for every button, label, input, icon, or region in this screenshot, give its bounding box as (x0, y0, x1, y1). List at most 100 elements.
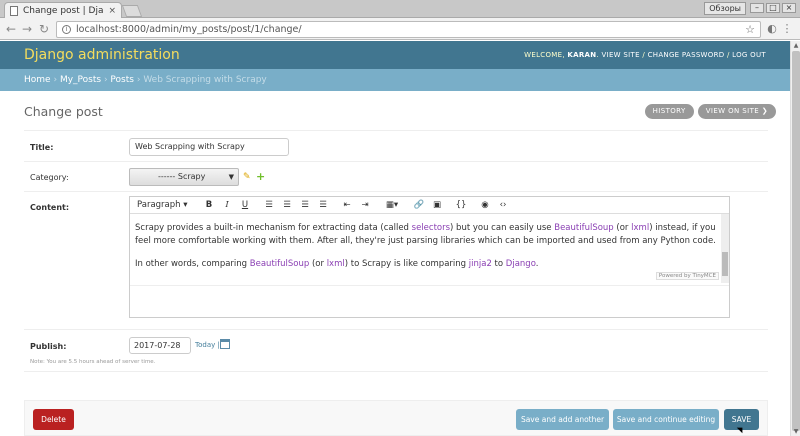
title-row: Title: Web Scrapping with Scrapy (24, 130, 768, 162)
editor-scrollbar[interactable] (721, 214, 729, 283)
new-tab-button[interactable] (121, 5, 143, 17)
breadcrumb-separator: › (136, 75, 141, 85)
format-label: Paragraph (137, 200, 181, 210)
code-sample-icon[interactable]: {} (452, 200, 470, 210)
link-lxml[interactable]: lxml (327, 259, 345, 269)
content-paragraph: In other words, comparing BeautifulSoup … (135, 259, 539, 269)
menu-icon[interactable]: ⋮ (781, 22, 793, 36)
site-branding[interactable]: Django administration (24, 47, 180, 63)
category-label: Category: (30, 173, 69, 182)
link-icon[interactable]: 🔗 (410, 200, 428, 210)
maximize-icon[interactable]: □ (766, 3, 780, 13)
link-jinja2[interactable]: jinja2 (469, 259, 492, 269)
back-icon[interactable]: ← (4, 21, 18, 37)
rich-text-editor[interactable]: Paragraph ▾ B I U ☰ ☰ ☰ ☰ ⇤ ⇥ ▦▾ 🔗 ▣ {} … (129, 196, 730, 318)
close-window-icon[interactable]: × (782, 3, 796, 13)
editor-scrollbar-thumb[interactable] (722, 252, 728, 276)
breadcrumb-home[interactable]: Home (24, 75, 51, 85)
scroll-down-icon[interactable]: ▼ (791, 427, 800, 436)
object-tools: HISTORY VIEW ON SITE ❯ (644, 104, 776, 119)
preview-icon[interactable]: ◉ (476, 200, 494, 210)
breadcrumb: Home › My_Posts › Posts › Web Scrapping … (0, 69, 790, 91)
browser-toolbar: ← → ↻ i localhost:8000/admin/my_posts/po… (0, 18, 800, 40)
document-icon (10, 5, 18, 16)
profile-chip[interactable]: Обзоры (704, 2, 746, 15)
align-right-icon[interactable]: ☰ (296, 200, 314, 210)
content-paragraph: Scrapy provides a built-in mechanism for… (135, 223, 716, 246)
log-out-link[interactable]: LOG OUT (732, 51, 766, 59)
browser-tab[interactable]: Change post | Django s × (4, 2, 122, 18)
user-tools: WELCOME, KARAN. VIEW SITE / CHANGE PASSW… (524, 51, 766, 59)
breadcrumb-model[interactable]: Posts (110, 75, 134, 85)
delete-button[interactable]: Delete (33, 409, 74, 430)
image-icon[interactable]: ▣ (428, 200, 446, 210)
content-label: Content: (30, 203, 70, 212)
address-bar[interactable]: i localhost:8000/admin/my_posts/post/1/c… (56, 21, 761, 38)
view-on-site-label: VIEW ON SITE (705, 107, 760, 115)
editor-resize-area (130, 285, 729, 317)
today-link[interactable]: Today | (195, 341, 220, 349)
align-center-icon[interactable]: ☰ (278, 200, 296, 210)
history-button[interactable]: HISTORY (644, 104, 694, 119)
view-site-link[interactable]: VIEW SITE (602, 51, 640, 59)
browser-tab-bar: Change post | Django s × Обзоры – □ × (0, 0, 800, 18)
page-scrollbar[interactable]: ▲ ▼ (790, 41, 800, 436)
save-and-continue-button[interactable]: Save and continue editing (613, 409, 719, 430)
outdent-icon[interactable]: ⇤ (338, 200, 356, 210)
title-label: Title: (30, 143, 54, 152)
align-justify-icon[interactable]: ☰ (314, 200, 332, 210)
tab-close-icon[interactable]: × (108, 6, 116, 16)
reload-icon[interactable]: ↻ (37, 21, 51, 37)
calendar-icon[interactable] (220, 339, 230, 349)
info-icon[interactable]: i (62, 25, 71, 34)
underline-icon[interactable]: U (236, 200, 254, 210)
forward-icon[interactable]: → (20, 21, 34, 37)
table-icon[interactable]: ▦▾ (380, 200, 404, 210)
timezone-note: Note: You are 5.5 hours ahead of server … (30, 359, 156, 365)
powered-by-tinymce[interactable]: Powered by TinyMCE (655, 272, 719, 280)
change-password-link[interactable]: CHANGE PASSWORD (648, 51, 725, 59)
scrollbar-thumb[interactable] (792, 51, 800, 431)
editor-toolbar: Paragraph ▾ B I U ☰ ☰ ☰ ☰ ⇤ ⇥ ▦▾ 🔗 ▣ {} … (130, 197, 729, 214)
title-field[interactable]: Web Scrapping with Scrapy (129, 138, 289, 156)
bold-icon[interactable]: B (200, 200, 218, 210)
submit-row: Delete Save and add another Save and con… (24, 400, 768, 436)
editor-content[interactable]: Scrapy provides a built-in mechanism for… (130, 214, 721, 286)
tab-title: Change post | Django s (23, 5, 104, 16)
breadcrumb-separator: › (53, 75, 58, 85)
category-row: Category: ------ Scrapy ▼ ✎ + (24, 162, 768, 192)
breadcrumb-app[interactable]: My_Posts (60, 75, 101, 85)
link-lxml[interactable]: lxml (631, 223, 649, 233)
username: KARAN (567, 51, 597, 59)
save-and-add-another-button[interactable]: Save and add another (516, 409, 609, 430)
breadcrumb-separator: › (103, 75, 108, 85)
publish-label: Publish: (30, 342, 67, 351)
source-code-icon[interactable]: ‹› (494, 200, 512, 210)
publish-row: Publish: 2017-07-28 Today | Note: You ar… (24, 330, 768, 372)
link-django[interactable]: Django (506, 259, 536, 269)
link-selectors[interactable]: selectors (412, 223, 450, 233)
url-text[interactable]: localhost:8000/admin/my_posts/post/1/cha… (76, 24, 745, 35)
link-beautifulsoup[interactable]: BeautifulSoup (554, 223, 613, 233)
italic-icon[interactable]: I (218, 200, 236, 210)
welcome-text: WELCOME, (524, 51, 565, 59)
content-row: Content: Paragraph ▾ B I U ☰ ☰ ☰ ☰ ⇤ ⇥ ▦… (24, 192, 768, 330)
minimize-icon[interactable]: – (750, 3, 764, 13)
format-dropdown[interactable]: Paragraph ▾ (134, 200, 200, 210)
breadcrumb-current: Web Scrapping with Scrapy (143, 75, 267, 85)
extension-icon[interactable]: ◐ (766, 22, 778, 36)
publish-date-field[interactable]: 2017-07-28 (129, 337, 191, 354)
category-select[interactable]: ------ Scrapy ▼ (129, 168, 239, 186)
pencil-icon[interactable]: ✎ (243, 172, 251, 182)
plus-icon[interactable]: + (256, 170, 265, 183)
align-left-icon[interactable]: ☰ (260, 200, 278, 210)
view-on-site-button[interactable]: VIEW ON SITE ❯ (697, 104, 776, 119)
chevron-right-icon: ❯ (761, 107, 768, 115)
bookmark-star-icon[interactable]: ☆ (745, 23, 755, 36)
chevron-down-icon: ▼ (228, 173, 234, 181)
site-header: Django administration WELCOME, KARAN. VI… (0, 41, 790, 69)
window-controls: – □ × (750, 3, 796, 13)
link-beautifulsoup[interactable]: BeautifulSoup (250, 259, 309, 269)
scroll-up-icon[interactable]: ▲ (791, 41, 800, 50)
indent-icon[interactable]: ⇥ (356, 200, 374, 210)
